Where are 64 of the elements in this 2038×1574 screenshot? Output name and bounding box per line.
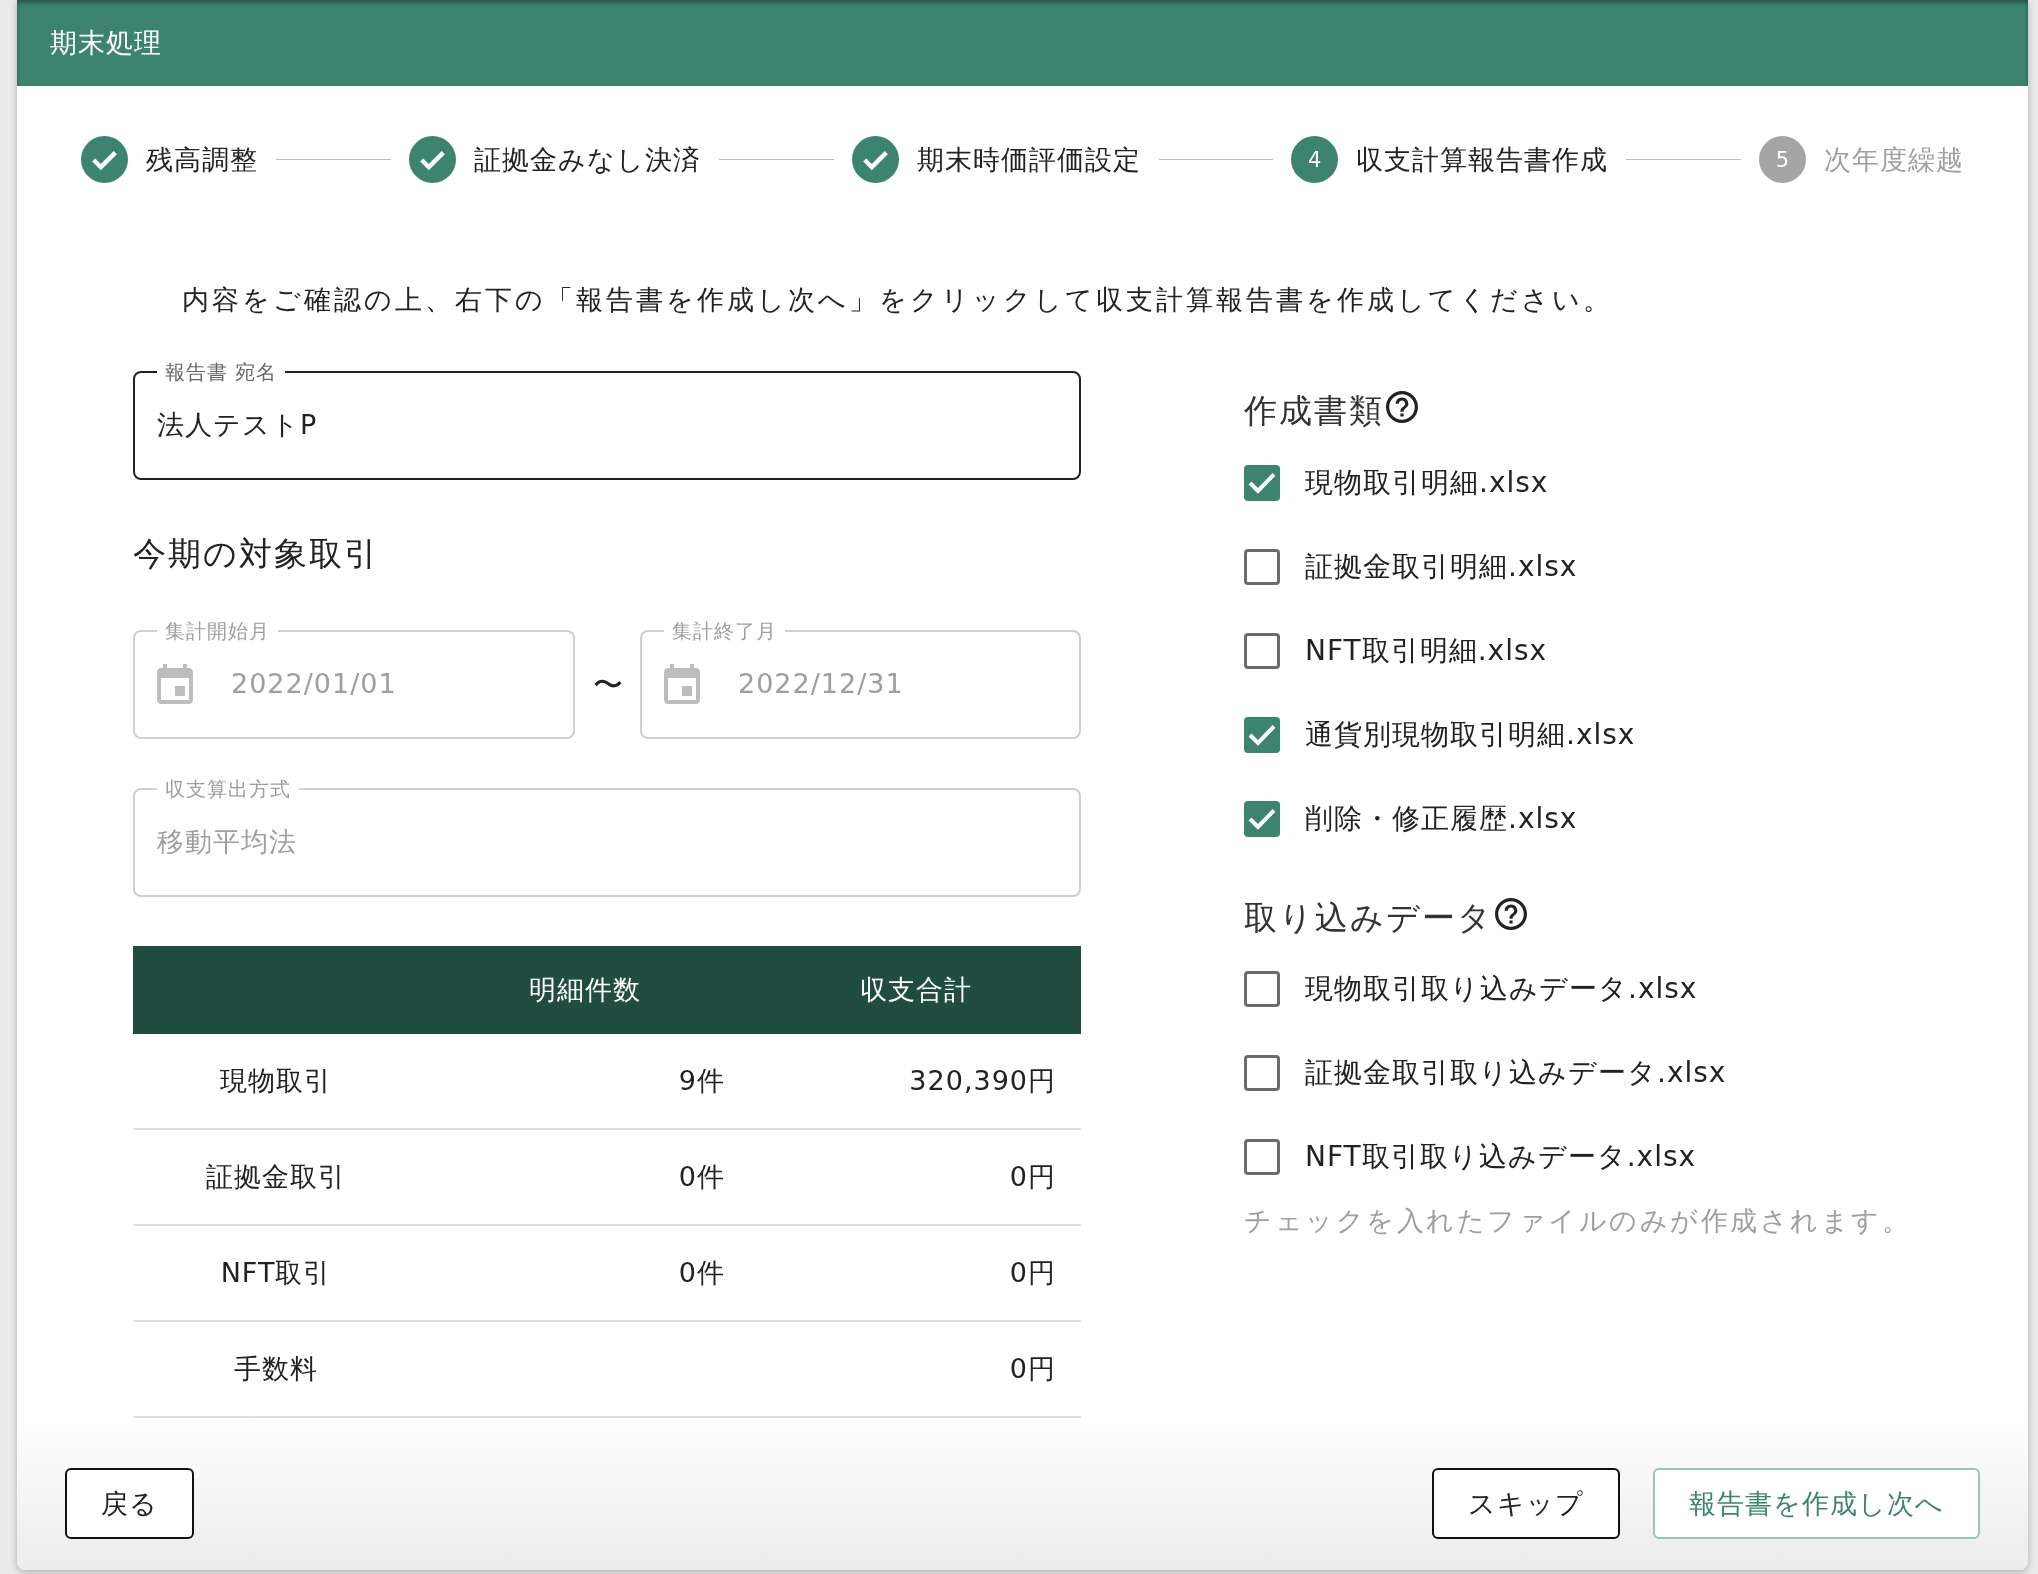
table-cell-text: 手数料 (234, 1352, 318, 1386)
checkbox-label[interactable]: 証拠金取引明細.xlsx (1305, 547, 1578, 587)
column-header: 明細件数 (528, 973, 641, 1007)
calendar-icon (664, 664, 700, 704)
check-icon (1248, 808, 1276, 830)
check-icon (1248, 472, 1276, 494)
submit-button[interactable]: 報告書を作成し次へ (1653, 1468, 1980, 1539)
check-circle-icon (408, 136, 456, 183)
field-value: 法人テストP (157, 408, 318, 442)
checkbox[interactable] (1244, 1055, 1280, 1091)
table-cell-text: 0件 (678, 1160, 725, 1194)
table-cell-text: 0円 (1009, 1352, 1056, 1386)
table-cell-text: NFT取引 (220, 1256, 332, 1290)
checkbox-label[interactable]: 現物取引明細.xlsx (1305, 463, 1549, 503)
section-heading: 作成書類 (1244, 390, 1384, 432)
checkbox-label[interactable]: NFT取引取り込みデータ.xlsx (1305, 1137, 1697, 1177)
table-cell-text: 0円 (1009, 1160, 1056, 1194)
table-cell-text: 320,390円 (909, 1064, 1056, 1098)
checkbox[interactable] (1244, 717, 1280, 753)
checkbox[interactable] (1244, 1139, 1280, 1175)
step-label: 証拠金みなし決済 (473, 142, 701, 177)
checkbox-label[interactable]: 通貨別現物取引明細.xlsx (1305, 715, 1636, 755)
help-icon[interactable] (1386, 391, 1418, 423)
field-value: 2022/01/01 (231, 667, 397, 701)
checkbox[interactable] (1244, 465, 1280, 501)
step-label: 残高調整 (146, 142, 258, 177)
step-number: 5 (1759, 136, 1806, 183)
table-cell-text: 0円 (1009, 1256, 1056, 1290)
checkbox-label[interactable]: 証拠金取引取り込みデータ.xlsx (1305, 1053, 1727, 1093)
checkbox[interactable] (1244, 549, 1280, 585)
instruction-text: 内容をご確認の上、右下の「報告書を作成し次へ」をクリックして収支計算報告書を作成してください。 (182, 283, 1613, 317)
step-label: 次年度繰越 (1824, 142, 1964, 177)
field-label: 集計開始月 (164, 618, 271, 645)
range-separator: 〜 (592, 666, 623, 704)
checkbox[interactable] (1244, 971, 1280, 1007)
field-label: 集計終了月 (671, 618, 778, 645)
step-label: 収支計算報告書作成 (1356, 142, 1609, 177)
section-heading: 取り込みデータ (1244, 897, 1493, 939)
table-cell-text: 現物取引 (220, 1064, 332, 1098)
field-label: 報告書 宛名 (164, 359, 279, 386)
check-circle-icon (81, 136, 128, 183)
skip-button[interactable]: スキップ (1432, 1468, 1620, 1539)
column-header: 収支合計 (859, 973, 972, 1007)
table-cell-text: 9件 (678, 1064, 725, 1098)
checkbox-label[interactable]: NFT取引明細.xlsx (1305, 631, 1548, 671)
check-icon (1248, 724, 1276, 746)
checkbox[interactable] (1244, 801, 1280, 837)
step-number: 4 (1291, 136, 1339, 183)
field-label: 収支算出方式 (164, 776, 292, 803)
check-circle-icon (851, 136, 899, 183)
table-cell-text: 0件 (678, 1256, 725, 1290)
table-cell-text: 証拠金取引 (206, 1160, 346, 1194)
calendar-icon (157, 664, 193, 704)
section-heading: 今期の対象取引 (133, 533, 379, 575)
field-value: 移動平均法 (157, 825, 297, 859)
note-text: チェックを入れたファイルのみが作成されます。 (1244, 1204, 1911, 1238)
help-icon[interactable] (1495, 898, 1527, 930)
back-button[interactable]: 戻る (65, 1468, 194, 1539)
checkbox-label[interactable]: 現物取引取り込みデータ.xlsx (1305, 969, 1698, 1009)
dialog-title: 期末処理 (50, 26, 162, 60)
checkbox[interactable] (1244, 633, 1280, 669)
field-value: 2022/12/31 (738, 667, 904, 701)
checkbox-label[interactable]: 削除・修正履歴.xlsx (1305, 799, 1578, 839)
step-label: 期末時価評価設定 (916, 142, 1141, 177)
